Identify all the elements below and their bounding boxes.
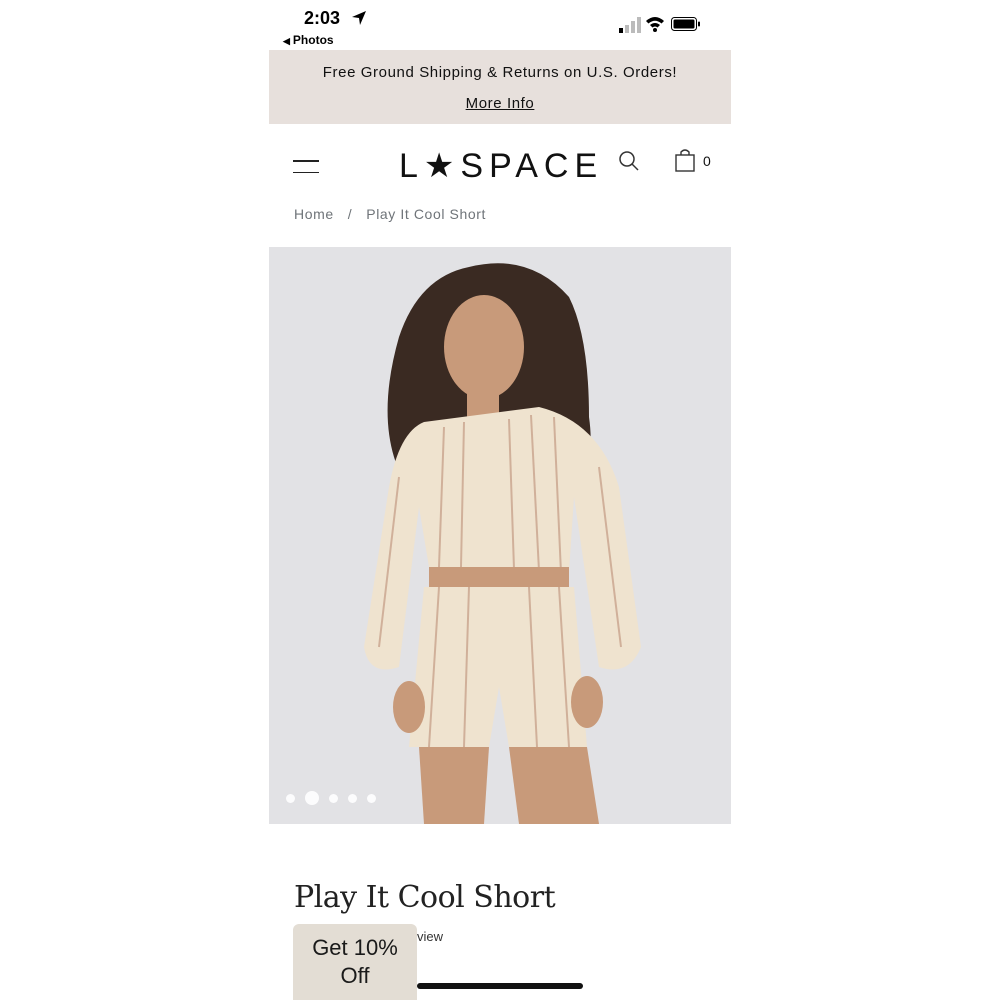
breadcrumb: Home / Play It Cool Short bbox=[294, 206, 486, 222]
search-icon[interactable] bbox=[618, 150, 640, 172]
carousel-dot[interactable] bbox=[286, 793, 295, 803]
breadcrumb-separator: / bbox=[347, 206, 353, 222]
back-triangle-icon: ◀ bbox=[283, 36, 290, 46]
carousel-dot[interactable] bbox=[348, 793, 357, 803]
back-app-label: Photos bbox=[292, 33, 334, 47]
cell-signal-icon bbox=[619, 17, 641, 33]
carousel-dot-active[interactable] bbox=[305, 791, 319, 805]
location-arrow-icon bbox=[352, 11, 366, 25]
product-title: Play It Cool Short bbox=[294, 880, 556, 915]
review-link[interactable]: view bbox=[417, 929, 443, 944]
discount-line-1: Get 10% bbox=[312, 935, 398, 960]
breadcrumb-current: Play It Cool Short bbox=[366, 206, 486, 222]
status-time: 2:03 bbox=[304, 8, 341, 28]
carousel-dot[interactable] bbox=[367, 793, 376, 803]
more-info-link[interactable]: More Info bbox=[269, 95, 731, 112]
back-to-app-link[interactable]: ◀ Photos bbox=[283, 33, 334, 47]
phone-screen: 2:03 ◀ Photos Free Ground Shipping & Retu… bbox=[269, 0, 731, 1000]
site-logo[interactable]: L★SPACE bbox=[399, 146, 603, 186]
hamburger-menu-icon[interactable] bbox=[293, 160, 319, 174]
discount-popup-tab[interactable]: Get 10% Off bbox=[293, 924, 417, 1000]
wifi-icon bbox=[646, 17, 664, 32]
menu-line bbox=[293, 171, 319, 173]
battery-icon bbox=[671, 17, 700, 31]
promo-banner: Free Ground Shipping & Returns on U.S. O… bbox=[269, 50, 731, 124]
promo-text: Free Ground Shipping & Returns on U.S. O… bbox=[322, 64, 678, 81]
carousel-dot[interactable] bbox=[329, 793, 338, 803]
cart-count[interactable]: 0 bbox=[703, 153, 711, 169]
menu-line bbox=[293, 160, 319, 162]
breadcrumb-home[interactable]: Home bbox=[294, 206, 334, 222]
home-indicator[interactable] bbox=[417, 983, 583, 989]
model-photo bbox=[364, 263, 641, 824]
product-image[interactable] bbox=[269, 247, 731, 824]
image-carousel-dots[interactable] bbox=[286, 791, 376, 805]
shopping-bag-icon[interactable] bbox=[675, 148, 695, 172]
discount-line-2: Off bbox=[340, 963, 370, 988]
